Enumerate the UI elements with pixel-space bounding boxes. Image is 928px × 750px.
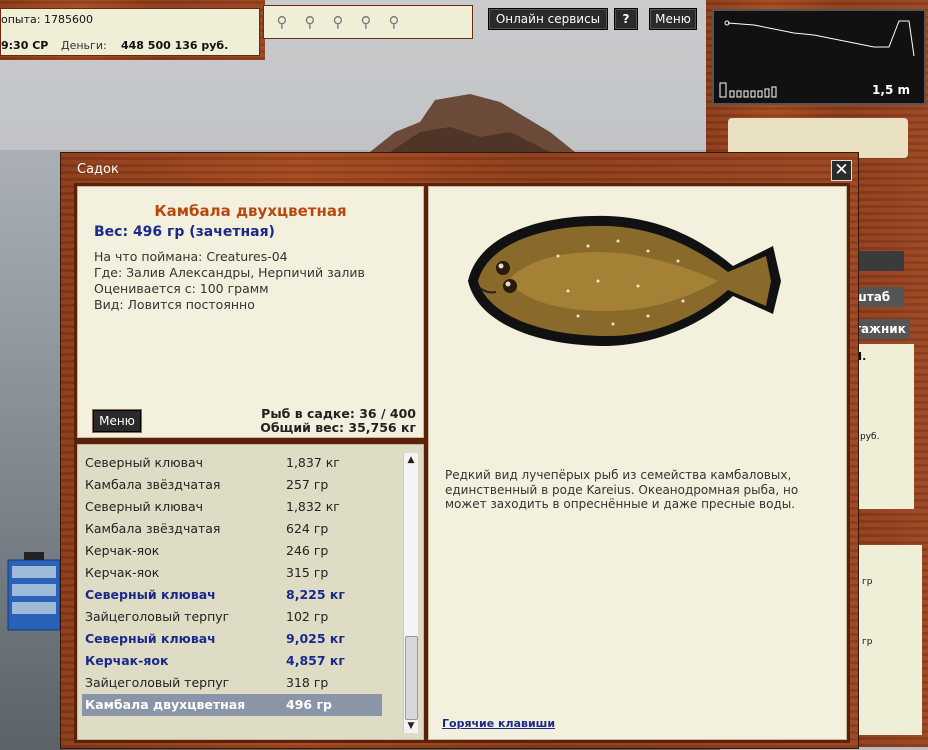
fish-weight-cell: 102 гр: [286, 609, 329, 624]
scroll-thumb[interactable]: [405, 636, 418, 720]
right-info-paper: I. руб.: [854, 344, 914, 509]
main-menu-button[interactable]: Меню: [649, 8, 697, 30]
fish-weight: Вес: 496 гр (зачетная): [94, 224, 275, 240]
fish-weight-cell: 9,025 кг: [286, 631, 345, 646]
fish-weight-cell: 318 гр: [286, 675, 329, 690]
hotkeys-link[interactable]: Горячие клавиши: [442, 717, 555, 730]
fish-weight-cell: 246 гр: [286, 543, 329, 558]
table-row[interactable]: Северный клювач 1,832 кг: [82, 496, 382, 518]
keepnet-dialog: Садок ✕ Камбала двухцветная Вес: 496 гр …: [60, 152, 859, 749]
fish-weight-cell: 496 гр: [286, 697, 332, 712]
fish-description: Редкий вид лучепёрых рыб из семейства ка…: [445, 468, 799, 511]
fish-name-cell: Камбала звёздчатая: [85, 521, 221, 536]
rated-from: Оценивается с: 100 грамм: [94, 281, 269, 296]
experience-text: опыта: 1785600: [1, 13, 93, 26]
fish-name-cell: Камбала двухцветная: [85, 697, 246, 712]
bait-slot-icon[interactable]: ⚲: [384, 12, 404, 32]
table-row[interactable]: Камбала звёздчатая 624 гр: [82, 518, 382, 540]
fish-weight-cell: 4,857 кг: [286, 653, 345, 668]
keepnet-menu-button[interactable]: Меню: [93, 410, 141, 432]
status-panel: опыта: 1785600 9:30 СР Деньги: 448 500 1…: [0, 0, 265, 60]
scroll-down-icon[interactable]: ▼: [404, 719, 418, 733]
fish-name: Камбала двухцветная: [154, 202, 347, 220]
table-row[interactable]: Зайцеголовый терпуг 102 гр: [82, 606, 382, 628]
stage-button[interactable]: тажник: [850, 319, 910, 339]
keepnet-count: Рыб в садке: 36 / 400: [261, 406, 416, 421]
dialog-title: Садок: [77, 162, 119, 177]
fish-weight-cell: 257 гр: [286, 477, 329, 492]
money-value: 448 500 136 руб.: [121, 39, 229, 52]
close-icon[interactable]: ✕: [831, 160, 852, 181]
money-label: Деньги:: [61, 39, 107, 52]
table-row[interactable]: Керчак-яок 4,857 кг: [82, 650, 382, 672]
depth-gauge: 1,5 m: [712, 9, 926, 105]
right-money-fragment: руб.: [860, 432, 880, 442]
list-scrollbar[interactable]: ▲ ▼: [403, 453, 418, 733]
right-lower-paper: гр гр: [854, 545, 922, 735]
fish-name-cell: Северный клювач: [85, 631, 216, 646]
help-button[interactable]: ?: [614, 8, 638, 30]
fish-name-cell: Керчак-яок: [85, 653, 169, 668]
fish-name-cell: Зайцеголовый терпуг: [85, 609, 230, 624]
right-info-mark: I.: [858, 350, 867, 363]
total-weight: Общий вес: 35,756 кг: [260, 420, 416, 435]
caught-with: На что поймана: Creatures-04: [94, 249, 288, 264]
table-row[interactable]: Камбала звёздчатая 257 гр: [82, 474, 382, 496]
right-gr-2: гр: [862, 637, 873, 647]
fish-name-cell: Камбала звёздчатая: [85, 477, 221, 492]
table-row[interactable]: Камбала двухцветная 496 гр: [82, 694, 382, 716]
table-row[interactable]: Зайцеголовый терпуг 318 гр: [82, 672, 382, 694]
fish-weight-cell: 1,837 кг: [286, 455, 340, 470]
bait-slot-icon[interactable]: ⚲: [300, 12, 320, 32]
fish-name-cell: Керчак-яок: [85, 543, 160, 558]
flounder-fish-image: [468, 215, 781, 346]
game-time: 9:30 СР: [1, 39, 49, 52]
catch-list: Северный клювач 1,837 кг Камбала звёздчата…: [74, 441, 427, 743]
fish-name-cell: Северный клювач: [85, 587, 216, 602]
fish-name-cell: Зайцеголовый терпуг: [85, 675, 230, 690]
table-row[interactable]: Северный клювач 8,225 кг: [82, 584, 382, 606]
bait-slots: ⚲ ⚲ ⚲ ⚲ ⚲: [263, 5, 473, 39]
depth-value: 1,5 m: [872, 83, 910, 97]
fish-name-cell: Керчак-яок: [85, 565, 160, 580]
online-services-button[interactable]: Онлайн сервисы: [488, 8, 608, 30]
bait-slot-icon[interactable]: ⚲: [272, 12, 292, 32]
fish-weight-cell: 624 гр: [286, 521, 329, 536]
fish-kind: Вид: Ловится постоянно: [94, 297, 255, 312]
table-row[interactable]: Северный клювач 1,837 кг: [82, 452, 382, 474]
fish-name-cell: Северный клювач: [85, 455, 204, 470]
table-row[interactable]: Северный клювач 9,025 кг: [82, 628, 382, 650]
right-gr-1: гр: [862, 577, 873, 587]
catch-location: Где: Залив Александры, Нерпичий залив: [94, 265, 365, 280]
table-row[interactable]: Керчак-яок 315 гр: [82, 562, 382, 584]
fish-info-panel: Камбала двухцветная Вес: 496 гр (зачетна…: [74, 183, 427, 441]
scroll-up-icon[interactable]: ▲: [404, 453, 418, 467]
table-row[interactable]: Керчак-яок 246 гр: [82, 540, 382, 562]
fish-weight-cell: 8,225 кг: [286, 587, 345, 602]
fish-detail-panel: Редкий вид лучепёрых рыб из семейства ка…: [425, 183, 850, 743]
tackle-box-icon[interactable]: [4, 552, 64, 632]
fish-weight-cell: 1,832 кг: [286, 499, 340, 514]
fish-name-cell: Северный клювач: [85, 499, 204, 514]
fish-weight-cell: 315 гр: [286, 565, 329, 580]
bait-slot-icon[interactable]: ⚲: [328, 12, 348, 32]
bait-slot-icon[interactable]: ⚲: [356, 12, 376, 32]
